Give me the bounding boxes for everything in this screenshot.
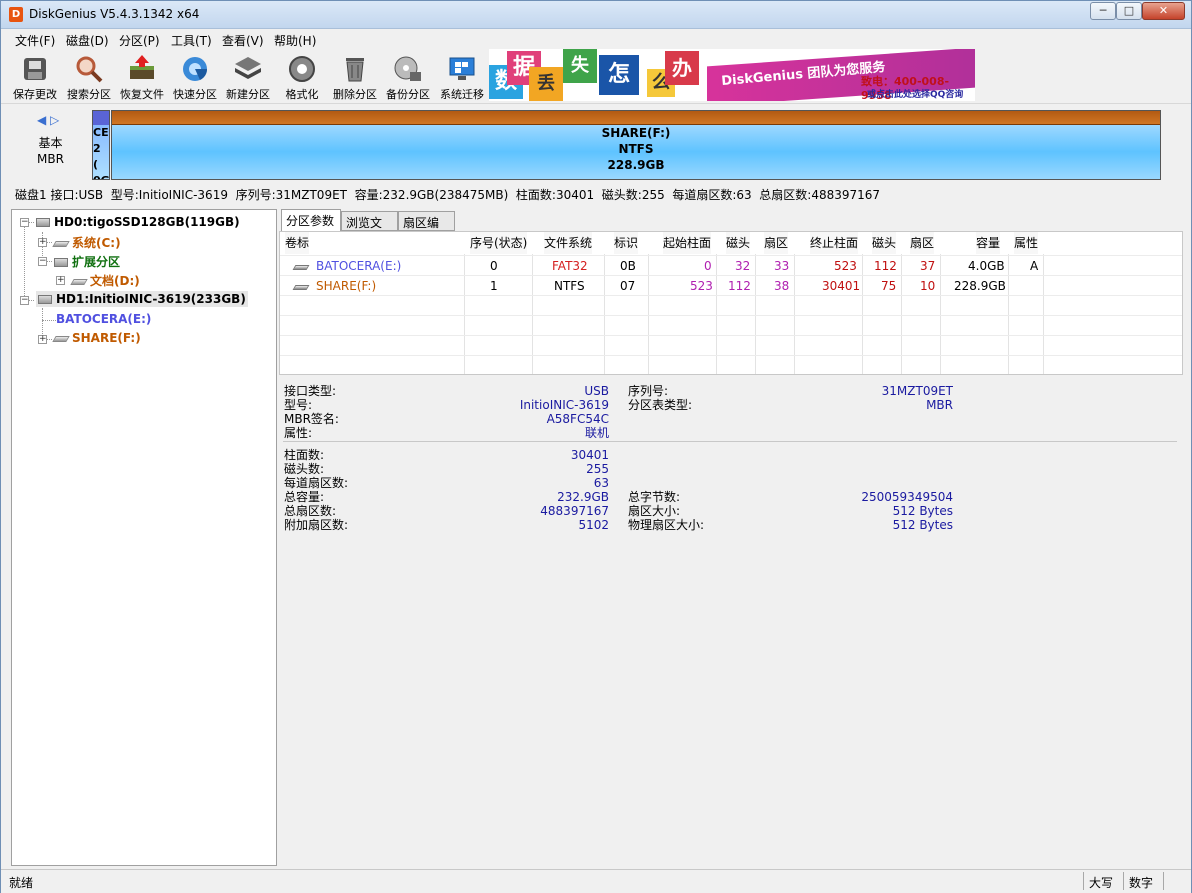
- partition-block-batocera[interactable]: CEI 2 ( 0G: [92, 110, 110, 180]
- app-icon: D: [9, 7, 23, 22]
- banner-char: 失: [563, 49, 597, 83]
- app-window: D DiskGenius V5.4.3.1342 x64 ─ □ ✕ 文件(F)…: [0, 0, 1192, 893]
- banner-qq: 或点击此处选择QQ咨询: [867, 90, 964, 100]
- drive-icon: [292, 276, 310, 296]
- quick-partition-icon: [180, 55, 210, 83]
- col-header[interactable]: 序号(状态): [470, 232, 528, 254]
- col-header[interactable]: 属性: [1014, 232, 1039, 254]
- expand-toggle[interactable]: +: [56, 276, 65, 285]
- tree-hd1[interactable]: HD1:InitioINIC-3619(233GB): [36, 291, 248, 307]
- search-partition-button[interactable]: 搜索分区: [63, 53, 115, 103]
- delete-partition-button[interactable]: 删除分区: [329, 53, 381, 103]
- recover-files-button[interactable]: 恢复文件: [116, 53, 168, 103]
- num-indicator: 数字: [1129, 876, 1154, 890]
- format-icon: [287, 55, 317, 83]
- extended-partition-icon: [54, 258, 68, 267]
- save-changes-button[interactable]: 保存更改: [9, 53, 61, 103]
- tab-browse-files[interactable]: 浏览文件: [341, 211, 398, 247]
- disk-info-line: 磁盘1 接口:USB 型号:InitioINIC-3619 序列号:31MZT0…: [15, 188, 881, 202]
- col-header[interactable]: 扇区: [910, 232, 935, 254]
- col-header[interactable]: 文件系统: [544, 232, 593, 254]
- tree-share-f[interactable]: SHARE(F:): [52, 331, 141, 345]
- maximize-button[interactable]: □: [1116, 2, 1142, 20]
- quick-partition-button[interactable]: 快速分区: [169, 53, 221, 103]
- partition-table: 卷标 序号(状态) 文件系统 标识 起始柱面 磁头 扇区 终止柱面 磁头 扇区 …: [279, 231, 1183, 375]
- caps-indicator: 大写: [1089, 876, 1114, 890]
- backup-icon: [393, 55, 423, 83]
- menu-help[interactable]: 帮助(H): [274, 32, 316, 49]
- trash-icon: [340, 55, 370, 83]
- expand-toggle[interactable]: +: [38, 238, 47, 247]
- partition-icon: [70, 278, 88, 285]
- partition-block-share[interactable]: SHARE(F:) NTFS 228.9GB: [111, 110, 1161, 180]
- new-partition-button[interactable]: 新建分区: [222, 53, 274, 103]
- backup-partition-button[interactable]: 备份分区: [382, 53, 434, 103]
- banner-char: 怎: [599, 55, 639, 95]
- collapse-toggle[interactable]: −: [20, 218, 29, 227]
- menu-partition[interactable]: 分区(P): [119, 32, 160, 49]
- search-icon: [74, 55, 104, 83]
- tree-hd0[interactable]: HD0:tigoSSD128GB(119GB): [36, 215, 240, 229]
- geometry-labels: 柱面数: 磁头数: 每道扇区数: 总容量: 总扇区数: 附加扇区数:: [284, 448, 349, 532]
- recover-icon: [127, 55, 157, 83]
- save-icon: [20, 55, 50, 83]
- ad-banner[interactable]: 数 据 丢 失 怎 么 办 DiskGenius 团队为您服务 致电：400-0…: [489, 49, 975, 101]
- size-labels: 总字节数: 扇区大小: 物理扇区大小:: [628, 490, 705, 532]
- tab-partition-params[interactable]: 分区参数: [281, 209, 341, 231]
- banner-char: 丢: [529, 67, 563, 101]
- system-migration-button[interactable]: 系统迁移: [436, 53, 488, 103]
- col-header[interactable]: 终止柱面: [810, 232, 859, 254]
- disk-type: 基本 MBR: [37, 136, 64, 166]
- disk-props-values: USB InitioINIC-3619 A58FC54C 联机: [519, 384, 609, 440]
- menu-bar: 文件(F) 磁盘(D) 分区(P) 工具(T) 查看(V) 帮助(H): [1, 29, 1191, 49]
- expand-toggle[interactable]: +: [38, 335, 47, 344]
- close-button[interactable]: ✕: [1142, 2, 1185, 20]
- menu-disk[interactable]: 磁盘(D): [66, 32, 109, 49]
- disk-props-values: 31MZT09ET MBR: [881, 384, 953, 412]
- hard-disk-icon: [36, 218, 50, 227]
- drive-icon: [292, 256, 310, 276]
- collapse-toggle[interactable]: −: [38, 257, 47, 266]
- status-text: 就绪: [9, 876, 34, 890]
- tree-system-c[interactable]: 系统(C:): [52, 234, 121, 251]
- tree-docs-d[interactable]: 文档(D:): [70, 272, 140, 289]
- partition-icon: [52, 240, 70, 247]
- menu-view[interactable]: 查看(V): [222, 32, 264, 49]
- disk-props-labels: 序列号: 分区表类型:: [628, 384, 693, 412]
- geometry-values: 30401 255 63 232.9GB 488397167 5102: [540, 448, 609, 532]
- migration-icon: [447, 55, 477, 83]
- disk-nav-arrows[interactable]: ◀ ▷: [37, 113, 59, 127]
- status-bar: 就绪 大写 数字: [1, 869, 1191, 893]
- banner-char: 办: [665, 51, 699, 85]
- col-header[interactable]: 容量: [976, 232, 1001, 254]
- col-header[interactable]: 起始柱面: [663, 232, 712, 254]
- col-header[interactable]: 磁头: [726, 232, 751, 254]
- collapse-toggle[interactable]: −: [20, 296, 29, 305]
- disk-props-labels: 接口类型: 型号: MBR签名: 属性:: [284, 384, 339, 440]
- window-title: DiskGenius V5.4.3.1342 x64: [29, 7, 200, 21]
- detail-pane: 分区参数 浏览文件 扇区编辑 卷标 序号(状态) 文件系统 标识 起始柱面 磁头…: [279, 209, 1183, 866]
- tree-batocera-e[interactable]: BATOCERA(E:): [56, 312, 151, 326]
- disk-map: ◀ ▷ 基本 MBR CEI 2 ( 0G SHARE(F:) NTFS 228…: [1, 105, 1191, 185]
- size-values: 250059349504 512 Bytes 512 Bytes: [861, 490, 953, 532]
- tree-extended[interactable]: 扩展分区: [54, 253, 120, 270]
- props-separator: [283, 441, 1177, 442]
- col-header[interactable]: 扇区: [764, 232, 789, 254]
- col-header[interactable]: 标识: [614, 232, 639, 254]
- title-bar: D DiskGenius V5.4.3.1342 x64 ─ □ ✕: [1, 1, 1191, 29]
- format-button[interactable]: 格式化: [276, 53, 328, 103]
- partition-icon: [52, 335, 70, 342]
- toolbar: 保存更改 搜索分区 恢复文件 快速分区 新建分区 格式化 删除分区 备份分区 系…: [1, 49, 1191, 104]
- tab-sector-editor[interactable]: 扇区编辑: [398, 211, 455, 247]
- menu-file[interactable]: 文件(F): [15, 32, 55, 49]
- minimize-button[interactable]: ─: [1090, 2, 1116, 20]
- disk-tree: − HD0:tigoSSD128GB(119GB) + 系统(C:) − 扩展分…: [11, 209, 277, 866]
- col-header[interactable]: 磁头: [872, 232, 897, 254]
- col-header[interactable]: 卷标: [285, 232, 310, 254]
- hard-disk-icon: [38, 295, 52, 304]
- menu-tools[interactable]: 工具(T): [171, 32, 212, 49]
- new-partition-icon: [233, 55, 263, 83]
